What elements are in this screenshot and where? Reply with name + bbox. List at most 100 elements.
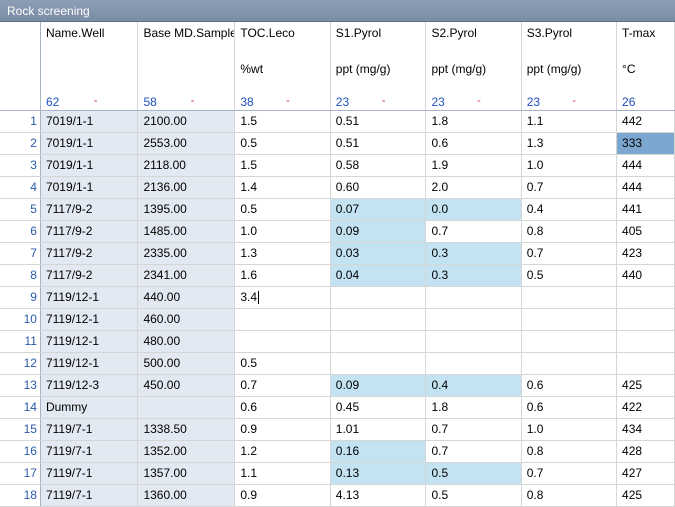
cell-s1-pyrol[interactable] (330, 352, 427, 375)
cell-s2-pyrol[interactable]: 0.5 (425, 462, 522, 485)
cell-s2-pyrol[interactable]: 1.8 (425, 110, 522, 133)
cell-s2-pyrol[interactable]: 0.3 (425, 242, 522, 265)
cell-s3-pyrol[interactable]: 1.1 (521, 110, 618, 133)
cell-s2-pyrol[interactable] (425, 286, 522, 309)
row-number[interactable]: 13 (0, 374, 41, 397)
row-number[interactable]: 12 (0, 352, 41, 375)
cell-name-well[interactable]: 7119/12-1 (40, 286, 139, 309)
cell-s1-pyrol[interactable]: 0.58 (330, 154, 427, 177)
cell-name-well[interactable]: 7019/1-1 (40, 154, 139, 177)
table-row[interactable]: 8 7117/9-2 2341.00 1.6 0.04 0.3 0.5 440 (0, 264, 675, 287)
cell-base-md-sample[interactable]: 1395.00 (137, 198, 236, 221)
cell-s1-pyrol[interactable]: 0.45 (330, 396, 427, 419)
cell-name-well[interactable]: 7117/9-2 (40, 198, 139, 221)
cell-base-md-sample[interactable]: 1357.00 (137, 462, 236, 485)
cell-s1-pyrol[interactable]: 0.07 (330, 198, 427, 221)
cell-t-max[interactable]: 422 (616, 396, 675, 419)
row-number[interactable]: 10 (0, 308, 41, 331)
cell-base-md-sample[interactable]: 2118.00 (137, 154, 236, 177)
table-row[interactable]: 1 7019/1-1 2100.00 1.5 0.51 1.8 1.1 442 (0, 110, 675, 133)
cell-t-max[interactable]: 423 (616, 242, 675, 265)
cell-base-md-sample[interactable]: 2335.00 (137, 242, 236, 265)
cell-s2-pyrol[interactable]: 1.9 (425, 154, 522, 177)
cell-s2-pyrol[interactable]: 0.6 (425, 132, 522, 155)
table-row[interactable]: 18 7119/7-1 1360.00 0.9 4.13 0.5 0.8 425 (0, 484, 675, 507)
cell-t-max[interactable]: 425 (616, 374, 675, 397)
cell-base-md-sample[interactable]: 2136.00 (137, 176, 236, 199)
column-header-s2-pyrol[interactable]: S2.Pyrol ppt (mg/g) 23 - (425, 22, 522, 111)
cell-s3-pyrol[interactable] (521, 330, 618, 353)
cell-t-max[interactable]: 444 (616, 176, 675, 199)
cell-t-max[interactable]: 427 (616, 462, 675, 485)
row-number[interactable]: 17 (0, 462, 41, 485)
cell-s3-pyrol[interactable]: 0.8 (521, 440, 618, 463)
cell-s1-pyrol[interactable]: 4.13 (330, 484, 427, 507)
cell-s1-pyrol[interactable] (330, 330, 427, 353)
cell-s3-pyrol[interactable]: 0.7 (521, 462, 618, 485)
cell-s2-pyrol[interactable]: 0.7 (425, 220, 522, 243)
row-number[interactable]: 6 (0, 220, 41, 243)
row-number[interactable]: 5 (0, 198, 41, 221)
cell-t-max[interactable]: 442 (616, 110, 675, 133)
cell-s3-pyrol[interactable]: 1.3 (521, 132, 618, 155)
table-row[interactable]: 9 7119/12-1 440.00 3.4 (0, 286, 675, 309)
cell-s2-pyrol[interactable]: 0.7 (425, 440, 522, 463)
cell-t-max[interactable]: 405 (616, 220, 675, 243)
table-row[interactable]: 3 7019/1-1 2118.00 1.5 0.58 1.9 1.0 444 (0, 154, 675, 177)
cell-s1-pyrol[interactable]: 0.51 (330, 132, 427, 155)
cell-toc-leco[interactable] (234, 330, 331, 353)
cell-name-well[interactable]: Dummy (40, 396, 139, 419)
cell-s1-pyrol[interactable]: 0.51 (330, 110, 427, 133)
row-number[interactable]: 1 (0, 110, 41, 133)
cell-toc-leco[interactable]: 1.2 (234, 440, 331, 463)
cell-toc-leco[interactable]: 1.6 (234, 264, 331, 287)
cell-s1-pyrol[interactable]: 1.01 (330, 418, 427, 441)
table-row[interactable]: 5 7117/9-2 1395.00 0.5 0.07 0.0 0.4 441 (0, 198, 675, 221)
cell-name-well[interactable]: 7119/7-1 (40, 484, 139, 507)
cell-t-max[interactable] (616, 352, 675, 375)
row-number[interactable]: 9 (0, 286, 41, 309)
cell-s2-pyrol[interactable]: 1.8 (425, 396, 522, 419)
cell-s3-pyrol[interactable] (521, 286, 618, 309)
cell-t-max[interactable]: 444 (616, 154, 675, 177)
row-number[interactable]: 3 (0, 154, 41, 177)
row-number[interactable]: 18 (0, 484, 41, 507)
cell-base-md-sample[interactable]: 460.00 (137, 308, 236, 331)
cell-toc-leco[interactable]: 0.5 (234, 132, 331, 155)
cell-toc-leco[interactable]: 1.5 (234, 110, 331, 133)
cell-t-max[interactable]: 428 (616, 440, 675, 463)
cell-base-md-sample[interactable]: 1352.00 (137, 440, 236, 463)
cell-t-max[interactable]: 425 (616, 484, 675, 507)
column-header-s3-pyrol[interactable]: S3.Pyrol ppt (mg/g) 23 - (521, 22, 618, 111)
row-number[interactable]: 14 (0, 396, 41, 419)
cell-toc-leco[interactable]: 1.5 (234, 154, 331, 177)
row-number[interactable]: 8 (0, 264, 41, 287)
cell-t-max[interactable] (616, 308, 675, 331)
cell-base-md-sample[interactable] (137, 396, 236, 419)
data-grid[interactable]: Name.Well 62- Base MD.Sample 58- TOC.Leco %wt… (0, 22, 675, 507)
cell-s2-pyrol[interactable]: 0.7 (425, 418, 522, 441)
table-row[interactable]: 16 7119/7-1 1352.00 1.2 0.16 0.7 0.8 428 (0, 440, 675, 463)
cell-toc-leco[interactable]: 0.9 (234, 484, 331, 507)
table-row[interactable]: 4 7019/1-1 2136.00 1.4 0.60 2.0 0.7 444 (0, 176, 675, 199)
cell-name-well[interactable]: 7119/12-3 (40, 374, 139, 397)
cell-t-max[interactable]: 441 (616, 198, 675, 221)
cell-name-well[interactable]: 7119/7-1 (40, 440, 139, 463)
cell-t-max[interactable]: 434 (616, 418, 675, 441)
cell-s1-pyrol[interactable]: 0.04 (330, 264, 427, 287)
cell-s1-pyrol[interactable]: 0.09 (330, 374, 427, 397)
cell-s2-pyrol[interactable]: 0.0 (425, 198, 522, 221)
row-number[interactable]: 11 (0, 330, 41, 353)
column-header-t-max[interactable]: T-max °C 26 (616, 22, 675, 111)
cell-s1-pyrol[interactable] (330, 286, 427, 309)
cell-name-well[interactable]: 7117/9-2 (40, 242, 139, 265)
cell-s2-pyrol[interactable]: 2.0 (425, 176, 522, 199)
cell-base-md-sample[interactable]: 450.00 (137, 374, 236, 397)
cell-toc-leco[interactable]: 0.9 (234, 418, 331, 441)
table-row[interactable]: 2 7019/1-1 2553.00 0.5 0.51 0.6 1.3 333 (0, 132, 675, 155)
cell-s3-pyrol[interactable]: 0.5 (521, 264, 618, 287)
cell-s1-pyrol[interactable]: 0.13 (330, 462, 427, 485)
cell-t-max[interactable]: 440 (616, 264, 675, 287)
row-header-corner[interactable] (0, 22, 41, 111)
cell-s3-pyrol[interactable] (521, 352, 618, 375)
